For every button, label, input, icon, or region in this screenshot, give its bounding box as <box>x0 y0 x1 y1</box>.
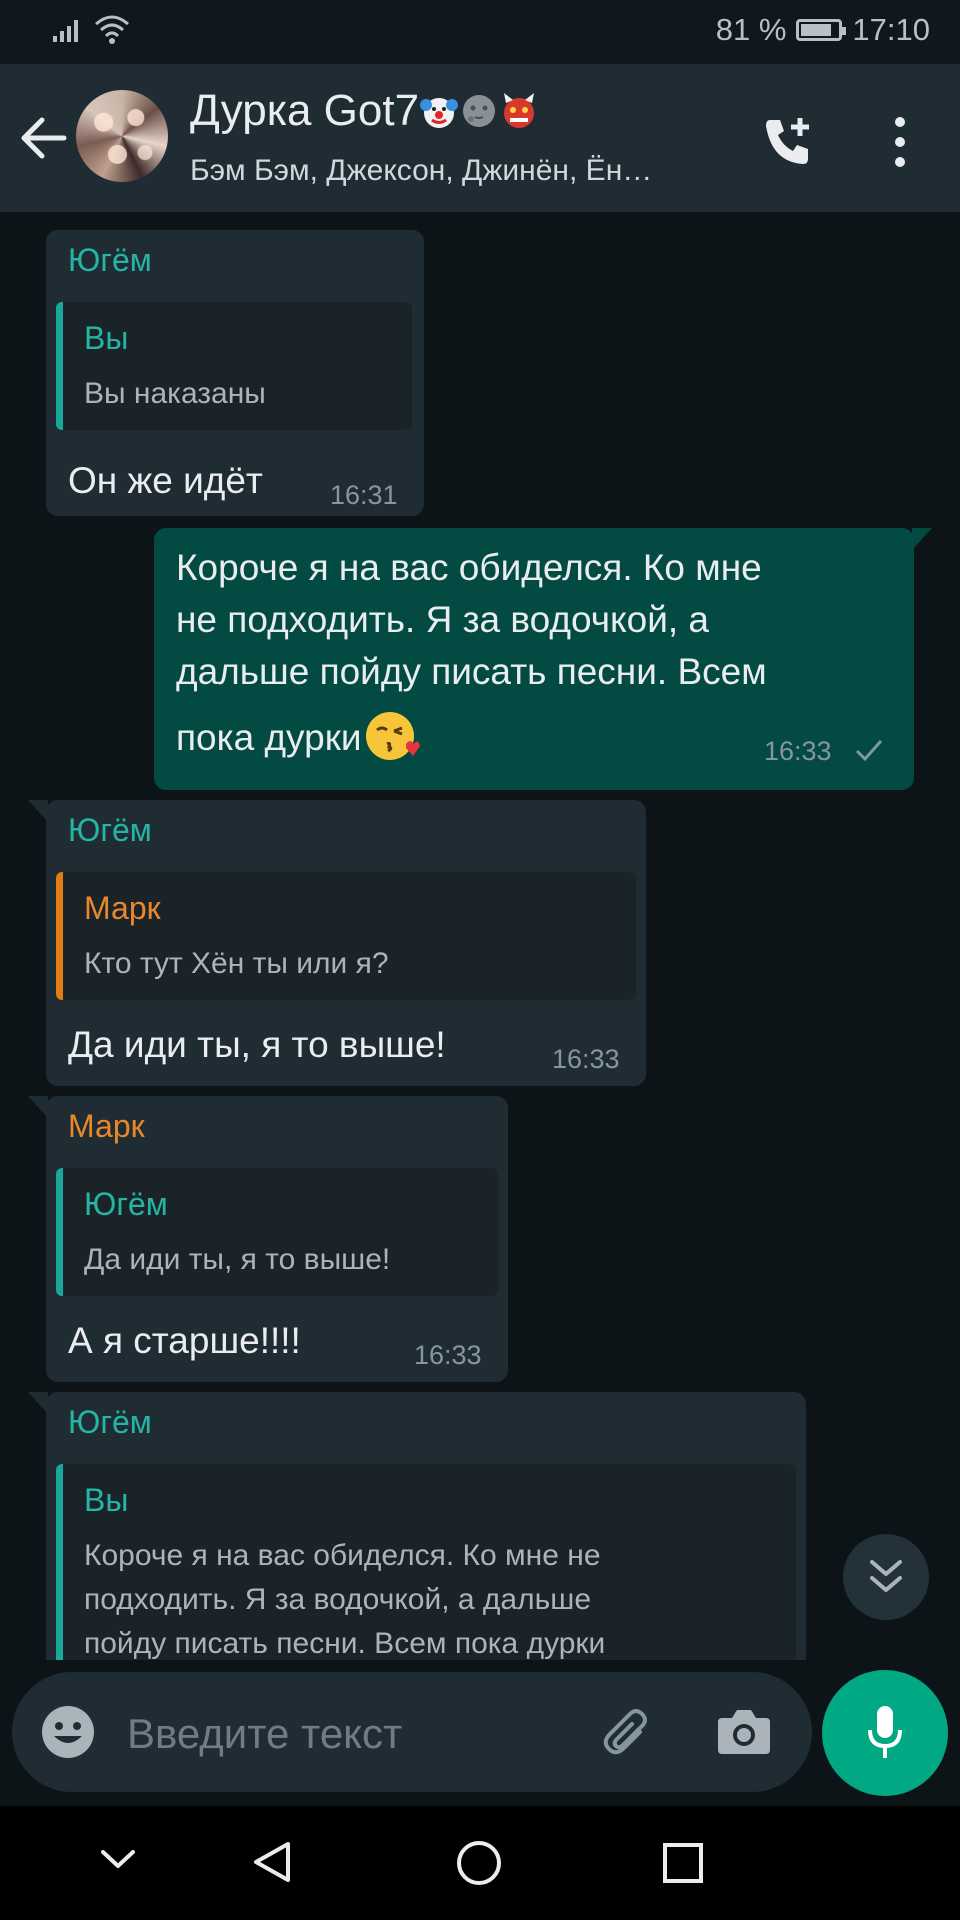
message-line: Короче я на вас обиделся. Ко мне <box>176 547 762 588</box>
quoted-message[interactable]: Вы Короче я на вас обиделся. Ко мне не п… <box>56 1464 796 1660</box>
status-bar: 81 % 17:10 <box>0 0 960 64</box>
face-blowing-kiss-icon <box>365 712 420 760</box>
message-time: 16:33 <box>414 1340 482 1370</box>
message-line: пока дурки <box>176 717 362 758</box>
clown-face-icon <box>420 98 459 128</box>
quoted-message[interactable]: Марк Кто тут Хён ты или я? <box>56 872 636 1000</box>
chat-title-text: Дурка Got7 <box>190 86 420 135</box>
back-arrow-icon[interactable] <box>18 114 70 162</box>
message-bubble-incoming[interactable]: Марк Югём Да иди ты, я то выше! А я стар… <box>28 1096 508 1382</box>
message-input-bar: Введите текст <box>12 1672 812 1792</box>
message-text: Он же идёт <box>68 460 263 501</box>
battery-percent: 81 % <box>715 12 787 47</box>
quoted-text: Да иди ты, я то выше! <box>84 1243 391 1276</box>
camera-icon[interactable] <box>716 1706 772 1756</box>
quoted-author: Вы <box>84 1482 129 1518</box>
more-options-icon[interactable] <box>888 114 912 170</box>
message-text: А я старше!!!! <box>68 1320 301 1361</box>
message-sender: Югём <box>68 1404 152 1440</box>
quoted-text: Вы наказаны <box>84 377 266 410</box>
message-text: Да иди ты, я то выше! <box>68 1024 446 1065</box>
clock: 17:10 <box>852 12 930 47</box>
message-bubble-outgoing[interactable]: Короче я на вас обиделся. Ко мне не подх… <box>154 528 932 790</box>
message-text: Короче я на вас обиделся. Ко мне не подх… <box>176 542 896 766</box>
message-bubble-incoming[interactable]: Югём Вы Короче я на вас обиделся. Ко мне… <box>28 1392 806 1660</box>
system-nav-bar <box>0 1806 960 1920</box>
group-avatar[interactable] <box>76 90 168 182</box>
emoji-icon[interactable] <box>40 1704 96 1760</box>
message-time: 16:33 <box>552 1044 620 1074</box>
nav-back-icon[interactable] <box>252 1840 292 1884</box>
nav-hide-keyboard-icon[interactable] <box>100 1848 136 1872</box>
chat-participants[interactable]: Бэм Бэм, Джексон, Джинён, Ён… <box>190 154 730 188</box>
message-sender: Югём <box>68 242 152 278</box>
message-list[interactable]: Югём Вы Вы наказаны Он же идёт 16:31 Кор… <box>0 212 960 1660</box>
quoted-author: Марк <box>84 890 161 926</box>
quoted-message[interactable]: Югём Да иди ты, я то выше! <box>56 1168 498 1296</box>
message-line: не подходить. Я за водочкой, а <box>176 599 710 640</box>
message-sender: Югём <box>68 812 152 848</box>
quoted-author: Югём <box>84 1186 168 1222</box>
voice-record-button[interactable] <box>822 1670 948 1796</box>
chat-header: Дурка Got7 Бэм Бэм, Джексон, Джинён, Ён… <box>0 64 960 212</box>
double-chevron-down-icon <box>870 1560 902 1592</box>
message-bubble-incoming[interactable]: Югём Вы Вы наказаны Он же идёт 16:31 <box>46 230 424 516</box>
microphone-icon <box>868 1706 902 1758</box>
signal-icon <box>53 20 78 42</box>
message-time: 16:31 <box>330 480 398 510</box>
quoted-text: Кто тут Хён ты или я? <box>84 947 389 980</box>
wifi-icon <box>95 15 129 44</box>
message-input[interactable]: Введите текст <box>127 1710 402 1758</box>
battery-icon <box>796 19 847 41</box>
quoted-message[interactable]: Вы Вы наказаны <box>56 302 412 430</box>
nav-recents-icon[interactable] <box>662 1842 704 1884</box>
chat-title[interactable]: Дурка Got7 <box>190 86 539 136</box>
quoted-author: Вы <box>84 320 129 356</box>
sent-check-icon <box>855 740 883 762</box>
scroll-to-bottom-button[interactable] <box>843 1534 929 1620</box>
new-moon-face-icon <box>463 95 496 127</box>
message-time: 16:33 <box>764 736 832 766</box>
quoted-text: Короче я на вас обиделся. Ко мне не подх… <box>84 1539 606 1660</box>
message-line: дальше пойду писать песни. Всем <box>176 651 767 692</box>
attach-icon[interactable] <box>598 1702 658 1762</box>
message-sender: Марк <box>68 1108 145 1144</box>
battery-fill <box>801 24 831 36</box>
status-left <box>52 14 130 44</box>
nav-home-icon[interactable] <box>456 1840 502 1886</box>
message-bubble-incoming[interactable]: Югём Марк Кто тут Хён ты или я? Да иди т… <box>28 800 646 1086</box>
add-call-icon[interactable] <box>760 114 816 170</box>
status-right: 81 % 17:10 <box>716 12 930 48</box>
ogre-face-icon <box>504 93 535 128</box>
